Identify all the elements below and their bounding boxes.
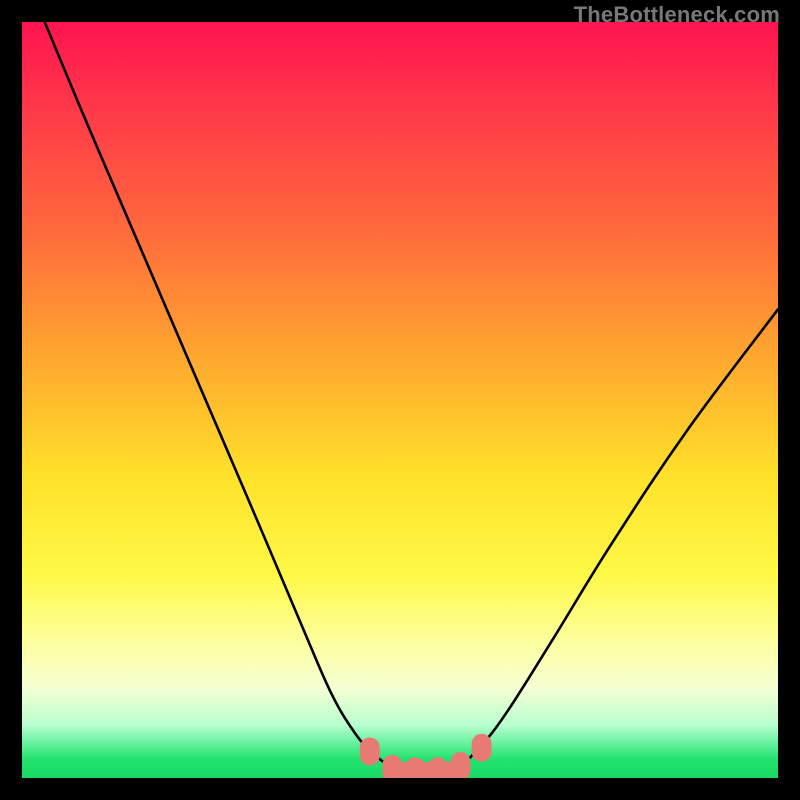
trough-marker bbox=[360, 738, 380, 766]
chart-frame: TheBottleneck.com bbox=[0, 0, 800, 800]
plot-area bbox=[22, 22, 778, 778]
curve-layer bbox=[22, 22, 778, 778]
bottleneck-curve bbox=[45, 22, 778, 772]
trough-marker bbox=[472, 734, 492, 762]
watermark-text: TheBottleneck.com bbox=[574, 2, 780, 28]
trough-connector bbox=[415, 762, 460, 778]
